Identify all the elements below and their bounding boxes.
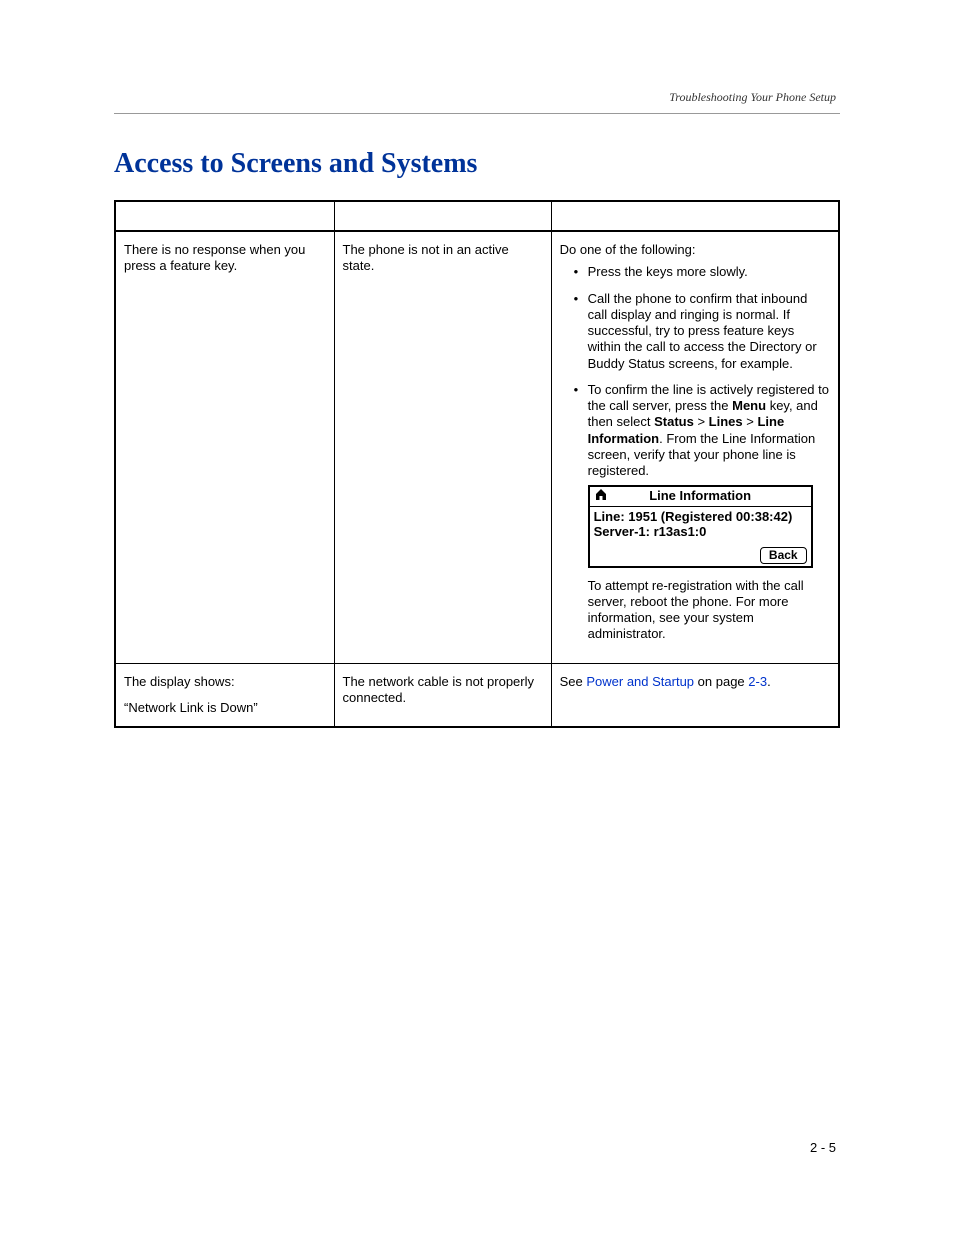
bullet-text-part: To attempt re-registration with the call… [588,578,804,642]
action-see: See [560,674,587,689]
header-rule [114,113,840,114]
cause-text: The network cable is not properly connec… [343,674,534,705]
page-ref-link[interactable]: 2-3 [748,674,767,689]
bullet-text: Call the phone to confirm that inbound c… [588,291,817,371]
table-row: The display shows: “Network Link is Down… [115,663,839,727]
col-header-action [551,201,839,231]
action-cell: See Power and Startup on page 2-3. [551,663,839,727]
list-item: Press the keys more slowly. [588,264,830,280]
home-icon [594,488,608,505]
symptom-text: The display shows: [124,674,326,690]
symptom-cell: There is no response when you press a fe… [115,231,334,663]
menu-sep: > [694,414,709,429]
troubleshooting-table: There is no response when you press a fe… [114,200,840,728]
symptom-text: There is no response when you press a fe… [124,242,305,273]
power-startup-link[interactable]: Power and Startup [586,674,694,689]
header-section-label: Troubleshooting Your Phone Setup [669,90,836,105]
symptom-cell: The display shows: “Network Link is Down… [115,663,334,727]
table-row: There is no response when you press a fe… [115,231,839,663]
list-item: Call the phone to confirm that inbound c… [588,291,830,372]
lcd-screenshot: Line Information Line: 1951 (Registered … [588,485,813,567]
action-page-pre: on page [694,674,748,689]
page-title: Access to Screens and Systems [114,148,477,180]
bullet-text: Press the keys more slowly. [588,264,748,279]
col-header-symptom [115,201,334,231]
list-item: To confirm the line is actively register… [588,382,830,643]
lcd-server-status: Server-1: r13as1:0 [594,524,807,540]
menu-sep: > [743,414,758,429]
lcd-line-status: Line: 1951 (Registered 00:38:42) [594,509,807,525]
menu-key-label: Menu [732,398,766,413]
lcd-title-bar: Line Information [590,487,811,506]
menu-path-lines: Lines [709,414,743,429]
cause-text: The phone is not in an active state. [343,242,509,273]
action-lead: Do one of the following: [560,242,696,257]
cause-cell: The network cable is not properly connec… [334,663,551,727]
menu-path-status: Status [654,414,694,429]
lcd-back-button: Back [760,547,807,563]
lcd-body: Line: 1951 (Registered 00:38:42) Server-… [590,507,811,566]
symptom-text-2: “Network Link is Down” [124,700,326,716]
lcd-title-text: Line Information [649,488,751,503]
col-header-cause [334,201,551,231]
cause-cell: The phone is not in an active state. [334,231,551,663]
page-number: 2 - 5 [810,1140,836,1155]
action-cell: Do one of the following: Press the keys … [551,231,839,663]
action-period: . [767,674,771,689]
action-bullet-list: Press the keys more slowly. Call the pho… [588,264,830,642]
